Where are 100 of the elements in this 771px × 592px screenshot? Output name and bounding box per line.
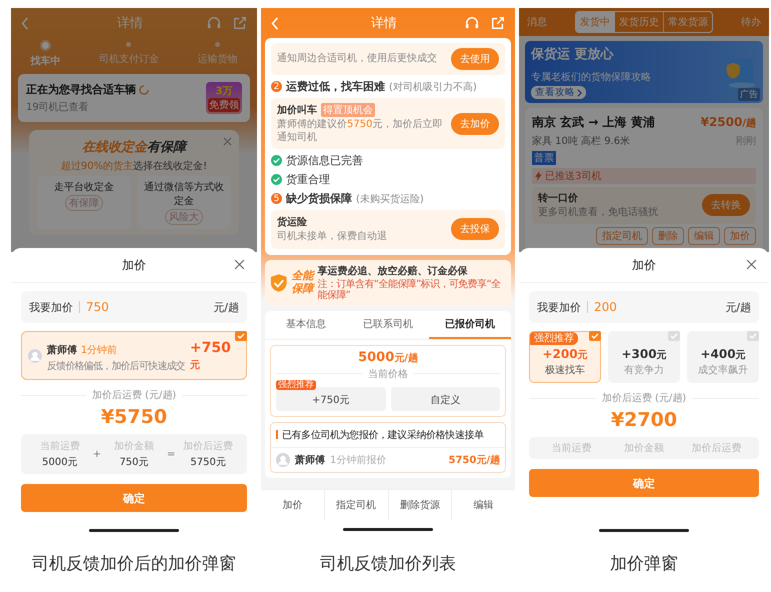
share-icon[interactable] bbox=[233, 16, 247, 30]
popup-subtitle: 超过90%的货主选择在线收定金! bbox=[60, 160, 208, 173]
tag: 得置顶机会 bbox=[321, 103, 375, 117]
ad-banner[interactable]: 保货运 更放心 专属老板们的货物保障攻略 查看攻略 广告 bbox=[525, 41, 763, 103]
check-circle-icon bbox=[271, 174, 282, 185]
driver-feedback: 反馈价格偏低，加价后可快速成交 bbox=[46, 360, 185, 373]
banner-link[interactable]: 查看攻略 bbox=[531, 86, 586, 99]
tab[interactable]: 基本信息 bbox=[265, 310, 347, 338]
stamp: 风险大 bbox=[165, 209, 203, 225]
price-input-field[interactable]: 我要加价 200 元/趟 bbox=[529, 291, 759, 323]
number-badge: 2 bbox=[271, 81, 282, 92]
check-title: 运费过低，找车困难 bbox=[286, 79, 385, 94]
page-title: 详情 bbox=[116, 15, 144, 32]
suggestion-title: 加价叫车 bbox=[277, 103, 317, 117]
raise-option[interactable]: 强烈推荐 +200元 极速找车 bbox=[529, 331, 601, 383]
check-note: (未购买货运险) bbox=[356, 192, 424, 206]
quote-price: 5750元/趟 bbox=[448, 454, 500, 466]
tab[interactable]: 已报价司机 bbox=[429, 310, 511, 338]
check-icon bbox=[235, 331, 247, 341]
loading-spinner-icon bbox=[139, 84, 149, 94]
guarantee-label: 全能 bbox=[291, 270, 314, 282]
option-note: 成交率飙升 bbox=[698, 364, 748, 377]
step-label: 司机支付订金 bbox=[98, 52, 159, 66]
back-icon[interactable] bbox=[271, 16, 279, 30]
option-note: 有竞争力 bbox=[624, 364, 664, 377]
headset-icon[interactable] bbox=[207, 16, 221, 30]
recommend-tag: 强烈推荐 bbox=[530, 332, 578, 345]
operator-sign: = bbox=[166, 448, 176, 460]
page-title: 详情 bbox=[370, 15, 398, 32]
cargo-info: 家具 10吨 高栏 9.6米 bbox=[532, 134, 630, 148]
step-label: 找车中 bbox=[30, 54, 60, 68]
bottom-action-button[interactable]: 编辑 bbox=[452, 490, 515, 520]
shield-check-icon bbox=[270, 272, 288, 294]
operator-sign: + bbox=[92, 448, 102, 460]
driver-name: 萧师傅 bbox=[46, 345, 77, 356]
breakdown-label: 当前运费 bbox=[40, 440, 80, 453]
sheet-title: 加价 bbox=[122, 256, 146, 274]
close-icon[interactable] bbox=[746, 259, 757, 270]
deposit-option[interactable]: 通过微信等方式收定金 风险大 bbox=[137, 176, 231, 229]
breakdown-label: 加价金额 bbox=[624, 442, 664, 455]
recommend-tag: 强烈推荐 bbox=[276, 380, 316, 390]
suggestion-title: 货运险 bbox=[277, 216, 307, 229]
tip-text: 通知周边合适司机，使用后更快成交 bbox=[277, 52, 438, 66]
promo-badge[interactable]: 3万 免费领 bbox=[206, 82, 242, 114]
invoice-tag: 普票 bbox=[532, 151, 556, 165]
lightning-icon bbox=[535, 171, 542, 181]
quote-time: 1分钟前报价 bbox=[330, 454, 388, 466]
number-badge: 5 bbox=[271, 193, 282, 204]
breakdown-value: 5000元 bbox=[42, 456, 78, 469]
raise-option[interactable]: +300元 有竞争力 bbox=[608, 331, 680, 383]
price-option[interactable]: 自定义 bbox=[390, 386, 500, 410]
guarantee-label: 保障 bbox=[291, 282, 314, 295]
option-note: 极速找车 bbox=[545, 364, 585, 377]
check-icon bbox=[589, 331, 601, 341]
breakdown-label: 加价后运费 bbox=[692, 442, 742, 455]
current-price: 5000元/趟 bbox=[358, 350, 418, 364]
breakdown-label: 当前运费 bbox=[551, 442, 592, 455]
deposit-option[interactable]: 走平台收定金 有保障 bbox=[37, 176, 131, 229]
driver-name: 萧师傅 bbox=[295, 454, 325, 466]
raise-amount: +750 元 bbox=[190, 340, 232, 372]
option-amount: +300元 bbox=[621, 347, 667, 362]
tab[interactable]: 已联系司机 bbox=[347, 310, 429, 338]
caption: 司机反馈加价列表 bbox=[320, 553, 456, 575]
check-icon bbox=[668, 331, 680, 341]
avatar-icon bbox=[276, 452, 290, 466]
pushed-text: 已推送3司机 bbox=[545, 170, 602, 183]
total-label: 加价后运费 (元/趟) bbox=[92, 388, 176, 402]
price-label: 当前价格 bbox=[368, 368, 408, 380]
check-note: (对司机吸引力不高) bbox=[389, 80, 477, 94]
caption: 加价弹窗 bbox=[610, 553, 678, 575]
offer-time: 1分钟前 bbox=[80, 345, 118, 356]
banner-subtitle: 专属老板们的货物保障攻略 bbox=[531, 72, 651, 83]
breakdown-value: 5750元 bbox=[190, 456, 226, 469]
offer-title: 转一口价 bbox=[538, 192, 579, 205]
chevron-icon bbox=[577, 88, 582, 96]
sheet-title: 加价 bbox=[632, 256, 656, 274]
total-price: ¥2700 bbox=[610, 409, 678, 431]
guarantee-headline: 享运费必追、放空必赔、订金必保 bbox=[317, 264, 468, 278]
price-input-field[interactable]: 我要加价 750 元/趟 bbox=[21, 291, 247, 323]
status-title: 正在为您寻找合适车辆 bbox=[26, 82, 136, 97]
close-icon[interactable] bbox=[234, 259, 245, 270]
option-amount: +400元 bbox=[700, 347, 746, 362]
suggestion-text: 萧师傅的建议价5750元，加价后立即通知司机 bbox=[277, 119, 444, 144]
check-title: 货重合理 bbox=[286, 172, 330, 187]
order-price: ¥2500/趟 bbox=[700, 115, 756, 130]
breakdown-label: 加价后运费 bbox=[183, 440, 234, 453]
step-label: 运输货物 bbox=[198, 52, 238, 66]
guarantee-note: 注：订单含有“全能保障”标识，可免费享“全能保障” bbox=[317, 278, 502, 302]
driver-offer-card[interactable]: 萧师傅 1分钟前 反馈价格偏低，加价后可快速成交 +750 元 bbox=[21, 331, 247, 380]
total-price: ¥5750 bbox=[100, 406, 168, 428]
share-icon[interactable] bbox=[491, 16, 505, 30]
quote-notice: 已有多位司机为您报价，建议采纳价格快速接单 bbox=[282, 428, 484, 442]
total-label: 加价后运费 (元/趟) bbox=[602, 392, 686, 405]
raise-option[interactable]: +400元 成交率飙升 bbox=[687, 331, 759, 383]
avatar-icon bbox=[28, 348, 42, 364]
headset-icon[interactable] bbox=[465, 16, 479, 30]
suggestion-text: 司机未接单，保费自动退 bbox=[277, 231, 388, 244]
back-icon[interactable] bbox=[21, 16, 29, 30]
banner-title: 保货运 更放心 bbox=[531, 46, 614, 63]
popup-title: 在线收定金有保障 bbox=[82, 138, 186, 156]
